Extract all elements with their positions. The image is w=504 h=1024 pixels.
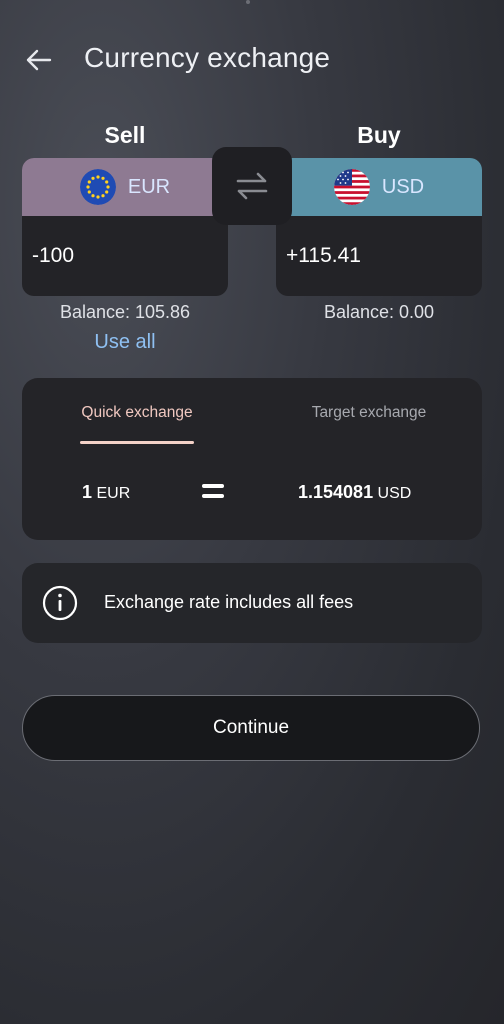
exchange-mode-panel: Quick exchange Target exchange 1 EUR 1.1…	[22, 378, 482, 540]
buy-label: Buy	[357, 122, 401, 148]
us-flag-icon	[333, 169, 370, 205]
rate-from: 1 EUR	[82, 482, 130, 503]
eu-flag-icon	[79, 169, 116, 205]
status-bar-dot	[246, 0, 250, 4]
sell-currency-selector[interactable]: EUR	[22, 158, 228, 216]
arrow-left-icon	[26, 49, 52, 71]
header: Currency exchange	[0, 36, 504, 84]
buy-balance: Balance: 0.00	[323, 302, 435, 322]
sell-currency-code: EUR	[127, 175, 171, 198]
tab-target-exchange[interactable]: Target exchange	[294, 404, 444, 422]
buy-currency-selector[interactable]: USD	[276, 158, 482, 216]
buy-amount-input[interactable]: +115.41	[276, 216, 466, 268]
exchange-rate-row: 1 EUR 1.154081 USD	[22, 478, 482, 508]
sell-balance: Balance: 105.86	[59, 302, 191, 322]
rate-from-code: EUR	[96, 485, 131, 502]
fees-info-panel: Exchange rate includes all fees	[22, 563, 482, 643]
use-all-link[interactable]: Use all	[22, 331, 228, 354]
continue-button[interactable]: Continue	[22, 695, 480, 761]
buy-card: USD +115.41	[276, 158, 482, 296]
swap-currencies-button[interactable]	[212, 147, 292, 225]
sell-label: Sell	[104, 122, 146, 148]
rate-to: 1.154081 USD	[298, 482, 411, 503]
rate-to-code: USD	[377, 485, 412, 502]
swap-arrows-icon	[236, 172, 268, 200]
rate-from-amount: 1	[82, 482, 93, 502]
page-title: Currency exchange	[84, 42, 331, 73]
rate-to-amount: 1.154081	[298, 482, 374, 502]
equals-icon	[202, 484, 224, 500]
active-tab-indicator	[80, 441, 194, 444]
sell-card: EUR -100	[22, 158, 228, 296]
tab-quick-exchange[interactable]: Quick exchange	[72, 404, 202, 422]
buy-currency-code: USD	[381, 175, 425, 198]
fees-info-text: Exchange rate includes all fees	[104, 592, 354, 612]
back-button[interactable]	[20, 44, 56, 76]
info-circle-icon	[42, 585, 78, 621]
sell-amount-input[interactable]: -100	[22, 216, 212, 268]
